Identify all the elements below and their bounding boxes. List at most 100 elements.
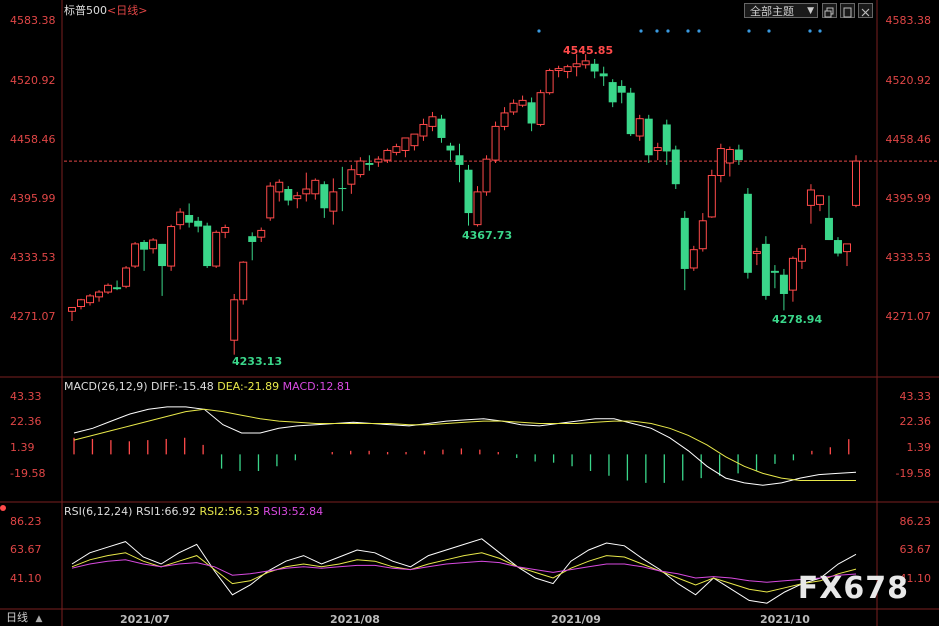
candle-body-down — [770, 270, 779, 273]
candle-body-down — [662, 124, 671, 152]
candle-body-down — [680, 217, 689, 269]
candle-body-up — [275, 181, 284, 193]
candle-body-up — [725, 149, 734, 164]
candle-body-up — [806, 189, 815, 206]
watermark-logo: FX678 — [797, 571, 909, 606]
candle-body-up — [392, 146, 401, 153]
candle-body-up — [581, 60, 590, 66]
rsi-panel — [71, 538, 857, 604]
candle-body-up — [95, 291, 104, 298]
candle-body-down — [338, 188, 347, 190]
candle-body-down — [761, 243, 770, 296]
macd-panel — [73, 406, 857, 486]
rsi3-line — [71, 559, 857, 583]
candle-body-down — [599, 73, 608, 77]
candle-body-up — [122, 267, 131, 287]
candle-body-up — [572, 63, 581, 68]
candle-body-down — [824, 217, 833, 241]
candle-body-up — [383, 149, 392, 161]
candle-body-up — [689, 249, 698, 269]
candle-body-up — [266, 185, 275, 219]
candle-body-up — [752, 251, 761, 255]
x-label-oct: 2021/10 — [760, 613, 810, 626]
candle-body-up — [104, 284, 113, 293]
period-switch[interactable]: 日线 ▲ — [6, 611, 42, 626]
event-marker-dot — [686, 29, 690, 33]
candle-body-up — [635, 118, 644, 137]
candle-body-down — [365, 162, 374, 165]
candle-body-up — [545, 70, 554, 94]
candle-body-up — [401, 137, 410, 151]
stock-chart-window: 标普500<日线> 全部主题 ▼ 4583.38 4520.92 4458.46… — [0, 0, 939, 626]
candle-body-down — [527, 102, 536, 124]
candle-body-up — [852, 160, 860, 206]
event-marker-dot — [639, 29, 643, 33]
candle-body-up — [356, 160, 365, 176]
event-marker-dot — [818, 29, 822, 33]
candle-body-up — [68, 306, 76, 312]
candle-body-up — [716, 148, 725, 177]
candle-body-down — [608, 82, 617, 103]
low-annotation-1: 4233.13 — [232, 355, 283, 368]
x-label-aug: 2021/08 — [330, 613, 380, 626]
candle-body-up — [815, 195, 824, 205]
candle-body-down — [437, 118, 446, 138]
candle-body-up — [167, 226, 176, 267]
candle-body-up — [176, 211, 185, 226]
candle-body-down — [158, 243, 167, 267]
candle-body-up — [257, 229, 266, 238]
candle-body-up — [374, 158, 383, 163]
candle-body-down — [743, 193, 752, 273]
rsi1-line — [71, 538, 857, 604]
candle-body-down — [320, 184, 329, 209]
candle-body-up — [131, 243, 140, 267]
candle-body-down — [671, 149, 680, 185]
low-annotation-2: 4367.73 — [462, 229, 513, 242]
low-annotation-3: 4278.94 — [772, 313, 823, 326]
candle-body-up — [86, 295, 95, 304]
candle-body-up — [77, 299, 86, 308]
candle-body-up — [788, 257, 797, 291]
candle-body-down — [464, 169, 473, 214]
x-label-sep: 2021/09 — [551, 613, 601, 626]
candle-body-up — [518, 99, 527, 106]
candle-body-up — [563, 66, 572, 72]
candle-body-up — [302, 188, 311, 195]
candle-body-up — [707, 175, 716, 218]
macd-diff-line — [73, 406, 857, 486]
candle-body-down — [617, 85, 626, 93]
candle-body-up — [419, 123, 428, 137]
candle-body-down — [248, 236, 257, 242]
event-marker-dot — [747, 29, 751, 33]
candle-body-up — [491, 125, 500, 161]
candle-body-down — [833, 240, 842, 254]
candle-body-up — [293, 195, 302, 200]
event-marker-dot — [697, 29, 701, 33]
candle-body-up — [428, 116, 437, 127]
candle-body-down — [626, 92, 635, 135]
candle-body-up — [653, 147, 662, 151]
high-annotation: 4545.85 — [563, 44, 614, 57]
candle-body-up — [149, 239, 158, 250]
price-panel — [64, 29, 939, 355]
candle-body-up — [221, 227, 230, 233]
candle-body-up — [536, 92, 545, 125]
event-marker-dot — [655, 29, 659, 33]
period-switch-label: 日线 — [6, 611, 28, 624]
candle-body-up — [230, 299, 239, 341]
candle-body-up — [239, 261, 248, 301]
candle-body-up — [482, 158, 491, 193]
event-marker-dot — [808, 29, 812, 33]
candle-body-down — [140, 241, 149, 250]
candle-body-up — [311, 179, 320, 195]
candle-body-down — [590, 63, 599, 72]
candle-body-up — [347, 169, 356, 185]
candle-body-up — [473, 191, 482, 226]
candle-body-down — [455, 155, 464, 165]
candle-body-down — [734, 149, 743, 161]
x-label-jul: 2021/07 — [120, 613, 170, 626]
event-marker-dot — [767, 29, 771, 33]
rsi2-line — [71, 552, 857, 593]
candle-body-down — [203, 225, 212, 267]
candle-body-up — [797, 248, 806, 262]
